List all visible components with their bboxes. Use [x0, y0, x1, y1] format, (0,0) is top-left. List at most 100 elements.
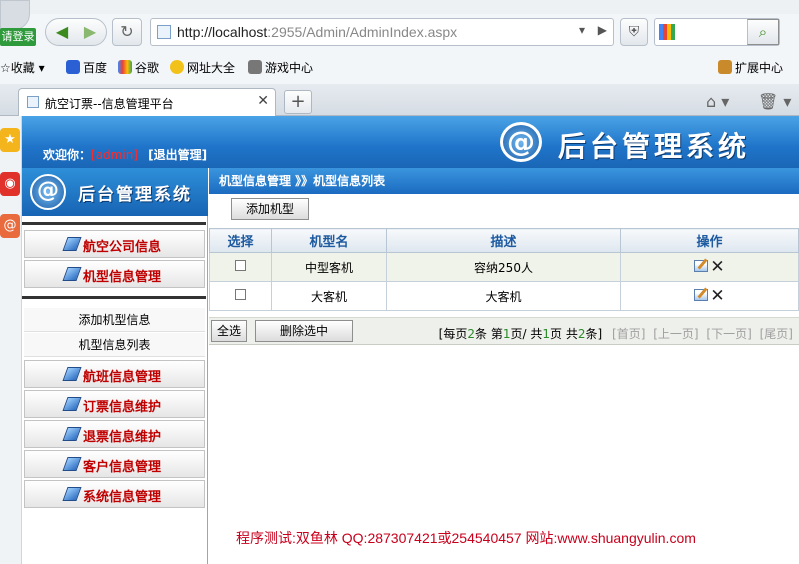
- aircraft-name: 大客机: [271, 281, 387, 311]
- back-arrow-icon[interactable]: ◀: [48, 19, 76, 45]
- search-input[interactable]: ⌕: [654, 18, 780, 46]
- column-header: 机型名: [271, 228, 387, 253]
- bookmark-google[interactable]: 谷歌: [118, 59, 159, 76]
- username: [admin]: [91, 148, 138, 162]
- sidebar-item-refund[interactable]: 退票信息维护: [24, 420, 205, 448]
- bookmark-hao123[interactable]: 网址大全: [170, 59, 235, 76]
- aircraft-name: 中型客机: [271, 252, 387, 282]
- google-icon: [659, 24, 675, 40]
- add-aircraft-button[interactable]: 添加机型: [231, 198, 309, 220]
- next-page-link[interactable]: [下一页]: [706, 327, 751, 341]
- prev-page-link[interactable]: [上一页]: [653, 327, 698, 341]
- banner-logo: @ 后台管理系统: [500, 121, 790, 165]
- go-arrow-icon[interactable]: ▶: [598, 23, 607, 37]
- at-logo-icon: @: [500, 122, 542, 162]
- trash-icon[interactable]: 🗑 ▾: [758, 92, 791, 111]
- sidebar-item-customer[interactable]: 客户信息管理: [24, 450, 205, 478]
- new-tab-button[interactable]: +: [284, 90, 312, 114]
- sidebar-logo: @ 后台管理系统: [22, 168, 208, 216]
- menu-arrow-icon: [62, 267, 82, 281]
- sidebar-item-airline[interactable]: 航空公司信息: [24, 230, 205, 258]
- submenu-aircraft-list[interactable]: 机型信息列表: [24, 333, 205, 357]
- pager: [每页2条 第1页/ 共1页 共2条] [首页] [上一页] [下一页] [尾页…: [438, 327, 793, 341]
- address-bar[interactable]: http://localhost:2955/Admin/AdminIndex.a…: [150, 18, 614, 46]
- table-footer: 全选 删除选中 [每页2条 第1页/ 共1页 共2条] [首页] [上一页] […: [209, 317, 799, 345]
- tab-active[interactable]: 航空订票--信息管理平台 ✕: [18, 88, 276, 116]
- tab-bar: 航空订票--信息管理平台 ✕ + ⌂ ▾ 🗑 ▾: [0, 84, 799, 116]
- menu-arrow-icon: [62, 487, 82, 501]
- shield-icon[interactable]: ⛨: [620, 18, 648, 46]
- column-header: 描述: [386, 228, 621, 253]
- total-pages: 1: [542, 327, 550, 341]
- row-checkbox[interactable]: [235, 260, 246, 271]
- edit-icon[interactable]: [694, 289, 709, 301]
- toolbar: 添加机型: [209, 194, 799, 226]
- column-header: 选择: [209, 228, 272, 253]
- bookmarks-bar: ☆收藏 ▾ 百度 谷歌 网址大全 游戏中心 扩展中心: [0, 56, 799, 78]
- last-page-link[interactable]: [尾页]: [760, 327, 793, 341]
- browser-side-strip: ★ ◉ @: [0, 116, 22, 564]
- back-forward-buttons[interactable]: ◀ ▶: [45, 18, 107, 46]
- divider: [22, 222, 206, 225]
- system-title: 后台管理系统: [558, 130, 751, 163]
- favorites-icon: ☆: [0, 61, 11, 75]
- sidebar-item-system[interactable]: 系统信息管理: [24, 480, 205, 508]
- sidebar-item-aircraft[interactable]: 机型信息管理: [24, 260, 205, 288]
- extension-icon: [718, 60, 732, 74]
- home-icon[interactable]: ⌂ ▾: [706, 92, 729, 111]
- url-text[interactable]: http://localhost:2955/Admin/AdminIndex.a…: [177, 24, 457, 40]
- menu-arrow-icon: [62, 237, 82, 251]
- aircraft-description: 容纳250人: [386, 252, 621, 282]
- page-icon: [157, 25, 171, 39]
- bookmark-games[interactable]: 游戏中心: [248, 59, 313, 76]
- column-header: 操作: [620, 228, 799, 253]
- login-button[interactable]: 请登录: [0, 28, 36, 46]
- welcome-text: 欢迎你：[admin] [退出管理]: [43, 148, 208, 162]
- row-checkbox[interactable]: [235, 289, 246, 300]
- extensions-button[interactable]: 扩展中心: [718, 59, 783, 76]
- star-icon[interactable]: ★: [0, 128, 20, 152]
- url-dropdown-icon[interactable]: ▾: [579, 23, 585, 37]
- table-header-row: 选择 机型名 描述 操作: [209, 228, 799, 253]
- first-page-link[interactable]: [首页]: [612, 327, 645, 341]
- current-page: 1: [502, 327, 511, 341]
- weibo-icon[interactable]: ◉: [0, 172, 20, 196]
- tab-title: 航空订票--信息管理平台: [45, 97, 174, 111]
- top-banner: 欢迎你：[admin] [退出管理] @ 后台管理系统: [22, 116, 799, 168]
- close-icon[interactable]: ✕: [257, 93, 269, 109]
- baidu-icon: [66, 60, 80, 74]
- total-count: 2: [577, 327, 586, 341]
- menu-arrow-icon: [62, 397, 82, 411]
- edit-icon[interactable]: [694, 260, 709, 272]
- page-icon: [27, 96, 39, 108]
- forward-arrow-icon[interactable]: ▶: [76, 19, 104, 45]
- divider: [22, 296, 206, 299]
- sidebar: @ 后台管理系统 航空公司信息 机型信息管理 添加机型信息 机型信息列表 航班信…: [22, 168, 208, 564]
- refresh-icon[interactable]: ↻: [112, 18, 142, 46]
- gamepad-icon: [248, 60, 262, 74]
- select-all-button[interactable]: 全选: [211, 320, 247, 342]
- email-icon[interactable]: @: [0, 214, 20, 238]
- row-select-cell: [209, 252, 272, 282]
- table-row: 中型客机 容纳250人 ✕: [209, 252, 799, 282]
- delete-icon[interactable]: ✕: [710, 257, 724, 277]
- delete-icon[interactable]: ✕: [710, 286, 724, 306]
- aircraft-table: 选择 机型名 描述 操作 中型客机 容纳250人 ✕ 大客机 大客机 ✕: [209, 228, 799, 311]
- google-icon: [118, 60, 132, 74]
- delete-selected-button[interactable]: 删除选中: [255, 320, 353, 342]
- sidebar-item-booking[interactable]: 订票信息维护: [24, 390, 205, 418]
- sidebar-item-flight[interactable]: 航班信息管理: [24, 360, 205, 388]
- hao123-icon: [170, 60, 184, 74]
- row-actions: ✕: [620, 252, 799, 282]
- menu-arrow-icon: [62, 367, 82, 381]
- search-icon[interactable]: ⌕: [747, 19, 779, 45]
- breadcrumb: 机型信息管理 》》机型信息列表: [209, 168, 799, 194]
- main-content: 机型信息管理 》》机型信息列表 添加机型 选择 机型名 描述 操作 中型客机 容…: [209, 168, 799, 564]
- submenu-add-aircraft[interactable]: 添加机型信息: [24, 308, 205, 332]
- per-page-count: 2: [467, 327, 475, 341]
- logout-link[interactable]: [退出管理]: [148, 148, 207, 162]
- page: 欢迎你：[admin] [退出管理] @ 后台管理系统 @ 后台管理系统 航空公…: [22, 116, 799, 564]
- avatar[interactable]: [0, 0, 30, 30]
- bookmark-favorites[interactable]: ☆收藏 ▾: [0, 59, 45, 76]
- bookmark-baidu[interactable]: 百度: [66, 59, 107, 76]
